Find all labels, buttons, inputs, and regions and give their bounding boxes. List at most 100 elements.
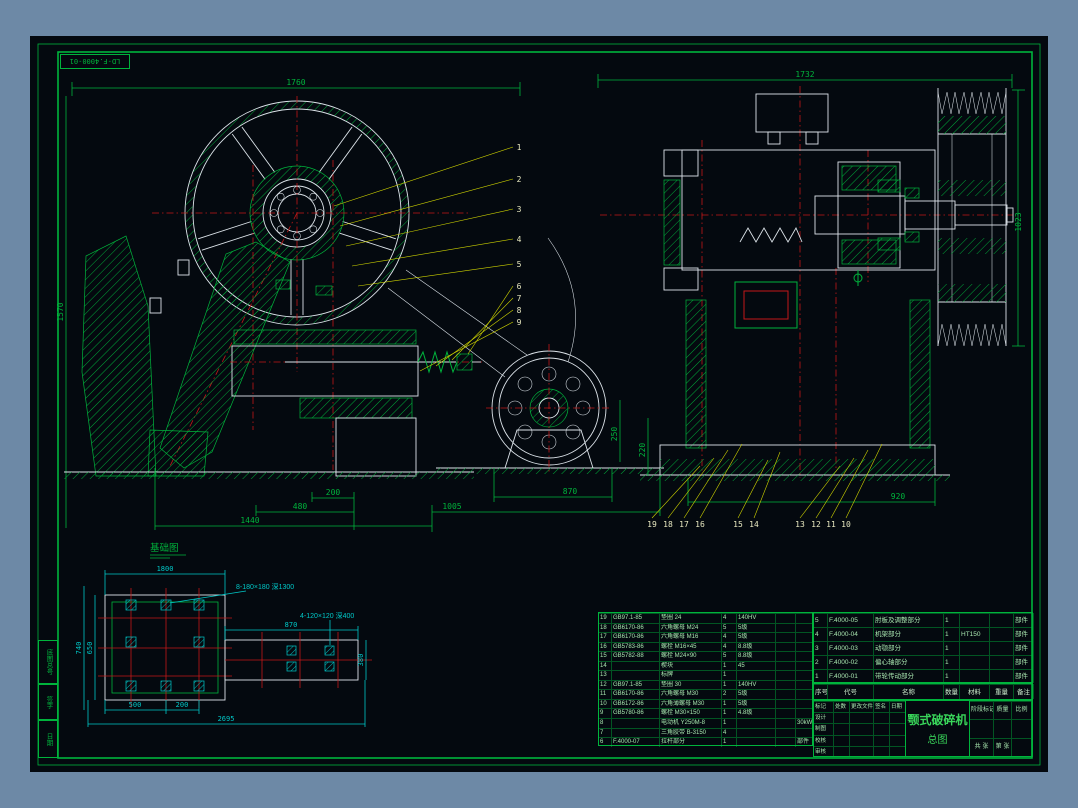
table-cell	[737, 727, 776, 738]
table-cell: 螺栓 M24×90	[660, 651, 722, 661]
table-cell	[776, 679, 796, 690]
parts-list-left: 19 GB97.1-85 垫圈 24 4 140HV 18 GB6170-86 六角螺母 M2…	[598, 612, 814, 747]
table-cell	[776, 622, 796, 633]
table-cell: GB6172-86	[612, 698, 660, 709]
table-row: 6 F.4000-07 拉杆部分 1 部件	[599, 737, 814, 747]
table-cell: 5	[722, 622, 737, 633]
table-cell	[874, 712, 890, 724]
table-cell: 4	[722, 641, 737, 652]
table-cell: 拉杆部分	[660, 737, 722, 747]
margin-field-date: 日期	[38, 720, 58, 758]
table-cell: F.4000-07	[612, 737, 660, 747]
callout-number: 8	[517, 306, 522, 315]
table-cell: 部件	[1014, 655, 1034, 669]
table-row: 3 F.4000-03 动颚部分 1 部件	[814, 641, 1034, 655]
callout-number: 9	[517, 318, 522, 327]
dim-label: 870	[563, 487, 578, 496]
table-cell: 带轮传动部分	[874, 669, 944, 683]
table-cell: 2	[814, 655, 828, 669]
table-cell: 30kW	[796, 718, 814, 728]
table-cell	[834, 745, 850, 757]
table-cell	[890, 723, 906, 735]
table-cell: 19	[599, 613, 612, 623]
table-row: 11 GB6170-86 六角螺母 M30 2 5级	[599, 689, 814, 699]
table-cell: 11	[599, 689, 612, 699]
table-cell: 12	[599, 679, 612, 690]
table-cell: 1	[722, 708, 737, 719]
callout-number: 12	[811, 520, 821, 529]
table-cell	[994, 719, 1012, 738]
table-header-cell: 序号	[814, 684, 828, 699]
margin-field-label: 签字	[45, 695, 52, 709]
table-cell: 动颚部分	[874, 641, 944, 655]
table-cell	[834, 712, 850, 724]
table-cell	[776, 737, 796, 747]
title-block-title-zone: 颚式破碎机 总图	[906, 701, 970, 756]
table-cell: 1	[944, 641, 960, 655]
callout-number: 19	[647, 520, 657, 529]
table-row: 13 标牌 1	[599, 670, 814, 680]
dim-label: 2695	[218, 715, 235, 723]
table-cell: 校核	[814, 734, 834, 746]
dim-label: 650	[86, 642, 94, 655]
callout-number: 17	[679, 520, 689, 529]
table-cell: 5级	[737, 689, 776, 699]
table-cell	[990, 655, 1014, 669]
table-row: 16 GB5783-86 螺栓 M16×45 4 8.8级	[599, 641, 814, 652]
margin-field-label: 日期	[45, 732, 52, 746]
table-cell: F.4000-02	[828, 655, 874, 669]
table-cell: 3	[814, 641, 828, 655]
table-cell	[776, 689, 796, 699]
table-cell	[796, 689, 814, 699]
table-cell: 设计	[814, 712, 834, 724]
table-cell: 15	[599, 651, 612, 661]
table-cell	[737, 737, 776, 747]
table-cell: 5	[722, 651, 737, 661]
table-cell: 电动机 Y250M-8	[660, 718, 722, 728]
dim-label: 740	[75, 642, 83, 655]
table-row: 制图	[814, 723, 906, 735]
table-cell: 标牌	[660, 670, 722, 680]
table-cell: F.4000-04	[828, 627, 874, 641]
callout-number: 4	[517, 235, 522, 244]
table-cell: 1	[944, 655, 960, 669]
table-header-cell: 数量	[944, 684, 960, 699]
margin-field-base-drawing-no: 底图总号	[38, 640, 58, 684]
table-cell: 楔块	[660, 660, 722, 671]
foundation-note: 8-180×180 深1300	[236, 582, 294, 591]
table-cell: 审核	[814, 745, 834, 757]
dim-label: 480	[293, 502, 308, 511]
table-cell	[776, 660, 796, 671]
foundation-note: 4-120×120 深400	[300, 611, 354, 620]
table-cell: 签名	[874, 701, 890, 713]
table-cell	[737, 670, 776, 680]
dim-label: 380	[357, 654, 365, 667]
table-cell	[890, 734, 906, 746]
table-cell: 肘板及调整部分	[874, 613, 944, 627]
margin-field-label: 底图总号	[45, 649, 52, 675]
margin-field-signature: 签字	[38, 684, 58, 720]
table-cell	[1012, 737, 1032, 757]
table-cell	[796, 660, 814, 671]
table-cell	[776, 708, 796, 719]
table-cell: 标记	[814, 701, 834, 713]
table-cell: 第 张	[994, 737, 1012, 757]
drawing-number-corner-box: LD-F.4000-01	[60, 54, 130, 69]
table-cell	[874, 723, 890, 735]
table-cell	[874, 745, 890, 757]
table-cell: 共 张	[970, 737, 994, 757]
table-row: 2 F.4000-02 偏心轴部分 1 部件	[814, 655, 1034, 669]
table-cell	[990, 669, 1014, 683]
table-cell	[796, 632, 814, 642]
dim-label: 1760	[286, 78, 305, 87]
table-cell	[776, 641, 796, 652]
dim-label: 1023	[1014, 212, 1023, 231]
table-row: 5 F.4000-05 肘板及调整部分 1 部件	[814, 613, 1034, 627]
table-cell: GB6170-86	[612, 632, 660, 642]
title-block: 标记处数更改文件号签名日期设计制图校核审核 颚式破碎机 总图 阶段标记质量比例共…	[813, 700, 1033, 757]
callout-number: 1	[517, 143, 522, 152]
table-cell: 2	[722, 689, 737, 699]
table-cell: 质量	[994, 701, 1012, 720]
callout-number: 6	[517, 282, 522, 291]
table-row: 10 GB6172-86 六角薄螺母 M30 1 5级	[599, 698, 814, 709]
